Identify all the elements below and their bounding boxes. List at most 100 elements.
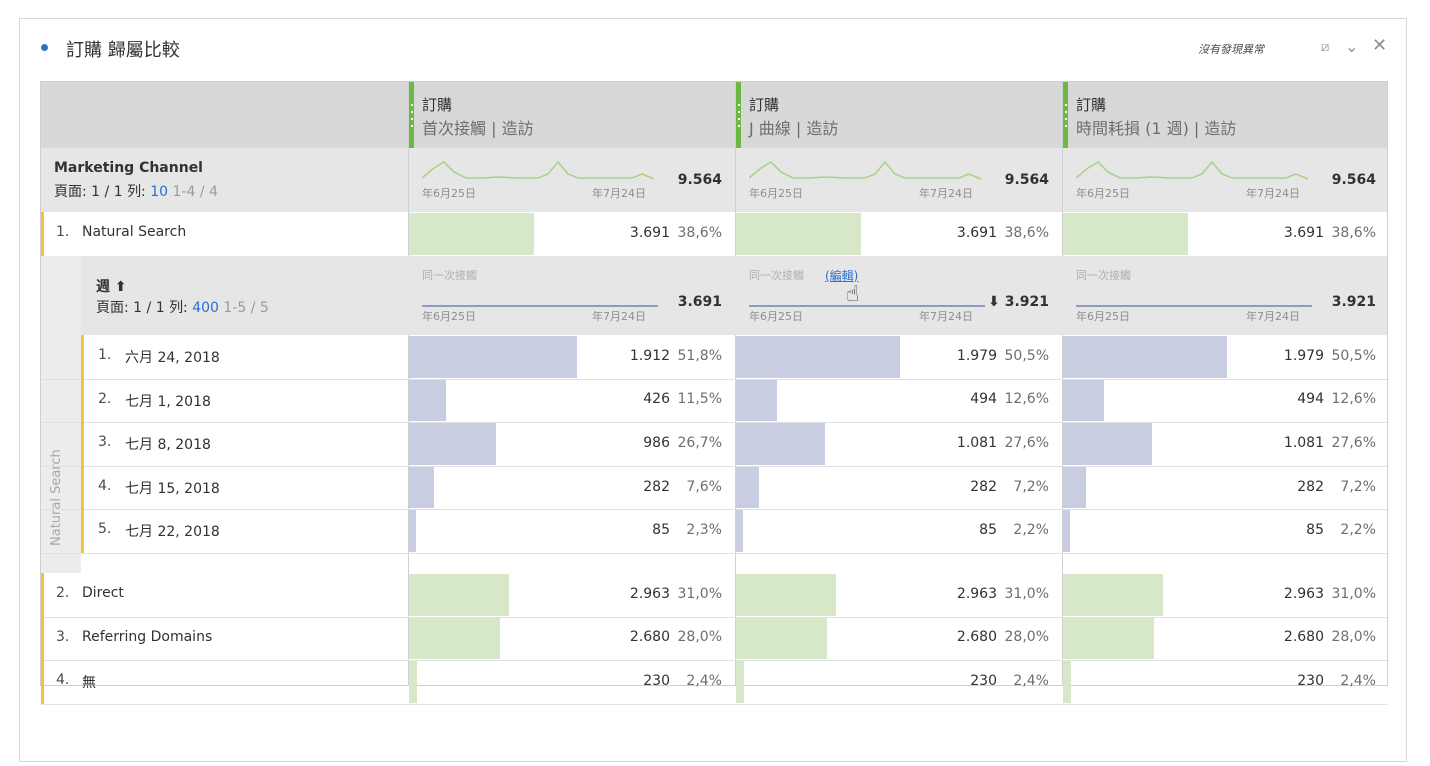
freeform-panel: 訂購 歸屬比較 沒有發現異常 ⧄ ⌄ ✕ Marketing Channel 頁… bbox=[19, 18, 1407, 762]
grip-dot bbox=[737, 118, 740, 120]
resize-icon[interactable]: ⧄ bbox=[1321, 40, 1329, 55]
cell-value[interactable]: 1.979 bbox=[1232, 348, 1324, 364]
same-touch-label: 同一次接觸 bbox=[1076, 269, 1131, 282]
percent-bar bbox=[736, 466, 759, 509]
cell-value[interactable]: 282 bbox=[578, 479, 670, 495]
row-label[interactable]: Direct bbox=[82, 585, 124, 601]
column-drag-handle[interactable] bbox=[736, 82, 741, 148]
cell-value[interactable]: 3.691 bbox=[578, 225, 670, 241]
cell-value[interactable]: 2.963 bbox=[905, 586, 997, 602]
cell-percent: 31,0% bbox=[1331, 585, 1376, 602]
column-metric[interactable]: 訂購 bbox=[1076, 94, 1106, 115]
cell-percent: 50,5% bbox=[1004, 347, 1049, 364]
cell-percent: 7,6% bbox=[686, 478, 722, 495]
column-attribution-model[interactable]: J 曲線 | 造訪 bbox=[749, 115, 838, 139]
cell-value[interactable]: 3.691 bbox=[1232, 225, 1324, 241]
axis-start-label: 年6月25日 bbox=[1076, 187, 1130, 200]
row-label[interactable]: 無 bbox=[82, 672, 96, 692]
column-total: 9.564 bbox=[1331, 172, 1376, 188]
row-label[interactable]: 七月 1, 2018 bbox=[125, 391, 211, 411]
cell-value[interactable]: 2.680 bbox=[1232, 629, 1324, 645]
cell-value[interactable]: 494 bbox=[1232, 391, 1324, 407]
flat-sparkline bbox=[749, 305, 985, 307]
row-edge-marker bbox=[41, 573, 44, 617]
column-metric[interactable]: 訂購 bbox=[749, 94, 779, 115]
row-edge-marker bbox=[81, 335, 84, 379]
axis-start-label: 年6月25日 bbox=[422, 187, 476, 200]
cell-percent: 11,5% bbox=[677, 391, 722, 408]
close-icon[interactable]: ✕ bbox=[1372, 35, 1387, 56]
breakdown-dimension-name[interactable]: 週 ⬆ bbox=[96, 276, 127, 296]
axis-end-label: 年7月24日 bbox=[592, 187, 646, 200]
cell-percent: 27,6% bbox=[1331, 435, 1376, 451]
grip-dot bbox=[1064, 104, 1067, 106]
column-drag-handle[interactable] bbox=[1063, 82, 1068, 148]
row-divider bbox=[41, 660, 1387, 661]
cell-value[interactable]: 494 bbox=[905, 391, 997, 407]
rows-select[interactable]: 10 bbox=[150, 184, 168, 200]
row-label[interactable]: 六月 24, 2018 bbox=[125, 347, 220, 367]
percent-bar bbox=[409, 423, 496, 465]
column-metric[interactable]: 訂購 bbox=[422, 94, 452, 115]
cell-value[interactable]: 85 bbox=[578, 522, 670, 538]
sparkline bbox=[1076, 160, 1309, 180]
axis-end-label: 年7月24日 bbox=[1246, 187, 1300, 200]
cell-value[interactable]: 282 bbox=[1232, 479, 1324, 495]
row-label[interactable]: 七月 8, 2018 bbox=[125, 434, 211, 454]
cell-percent: 38,6% bbox=[1004, 224, 1049, 241]
cell-value[interactable]: 426 bbox=[578, 391, 670, 407]
panel-title[interactable]: 訂購 歸屬比較 bbox=[66, 36, 180, 62]
axis-start-label: 年6月25日 bbox=[1076, 310, 1130, 323]
dimension-name[interactable]: Marketing Channel bbox=[54, 160, 203, 176]
flat-sparkline bbox=[422, 305, 658, 307]
cell-value[interactable]: 230 bbox=[1232, 673, 1324, 689]
axis-start-label: 年6月25日 bbox=[422, 310, 476, 323]
chevron-down-icon[interactable]: ⌄ bbox=[1345, 37, 1358, 56]
row-label[interactable]: Natural Search bbox=[82, 224, 186, 240]
percent-bar bbox=[409, 213, 534, 255]
breakdown-header bbox=[81, 256, 1387, 335]
cell-value[interactable]: 3.691 bbox=[905, 225, 997, 241]
column-attribution-model[interactable]: 時間耗損 (1 週) | 造訪 bbox=[1076, 115, 1236, 139]
cell-value[interactable]: 85 bbox=[1232, 522, 1324, 538]
axis-end-label: 年7月24日 bbox=[1246, 310, 1300, 323]
column-attribution-model[interactable]: 首次接觸 | 造訪 bbox=[422, 115, 534, 139]
percent-bar bbox=[409, 379, 446, 422]
cell-value[interactable]: 230 bbox=[578, 673, 670, 689]
row-index: 1. bbox=[98, 347, 112, 363]
cell-value[interactable]: 1.081 bbox=[905, 435, 997, 451]
row-label[interactable]: Referring Domains bbox=[82, 629, 212, 645]
cell-percent: 28,0% bbox=[1004, 629, 1049, 646]
cell-value[interactable]: 986 bbox=[578, 435, 670, 451]
rows-select[interactable]: 400 bbox=[192, 300, 223, 316]
cell-value[interactable]: 1.081 bbox=[1232, 435, 1324, 451]
row-edge-marker bbox=[81, 378, 84, 423]
cell-value[interactable]: 1.912 bbox=[578, 348, 670, 364]
row-edge-marker bbox=[41, 212, 44, 256]
cell-value[interactable]: 230 bbox=[905, 673, 997, 689]
percent-bar bbox=[409, 574, 509, 616]
cell-value[interactable]: 2.680 bbox=[578, 629, 670, 645]
grip-dot bbox=[1064, 125, 1067, 127]
same-touch-label: 同一次接觸 bbox=[749, 269, 804, 282]
cell-percent: 28,0% bbox=[1331, 629, 1376, 646]
cell-value[interactable]: 2.963 bbox=[1232, 586, 1324, 602]
cell-percent: 31,0% bbox=[677, 585, 722, 602]
cell-value[interactable]: 282 bbox=[905, 479, 997, 495]
hand-cursor-icon: ☝ bbox=[846, 282, 860, 307]
row-label[interactable]: 七月 22, 2018 bbox=[125, 521, 220, 541]
anomaly-status[interactable]: 沒有發現異常 bbox=[1198, 41, 1264, 57]
cell-value[interactable]: 2.680 bbox=[905, 629, 997, 645]
rows-label: 列: bbox=[127, 184, 146, 200]
column-drag-handle[interactable] bbox=[409, 82, 414, 148]
cell-percent: 2,4% bbox=[686, 672, 722, 689]
cell-value[interactable]: 85 bbox=[905, 522, 997, 538]
percent-bar bbox=[409, 510, 416, 552]
column-total: 9.564 bbox=[677, 172, 722, 188]
cell-value[interactable]: 1.979 bbox=[905, 348, 997, 364]
row-label[interactable]: 七月 15, 2018 bbox=[125, 478, 220, 498]
breakdown-total: 3.921 bbox=[1331, 294, 1376, 310]
cell-value[interactable]: 2.963 bbox=[578, 586, 670, 602]
percent-bar bbox=[1063, 379, 1104, 422]
percent-bar bbox=[736, 213, 861, 255]
